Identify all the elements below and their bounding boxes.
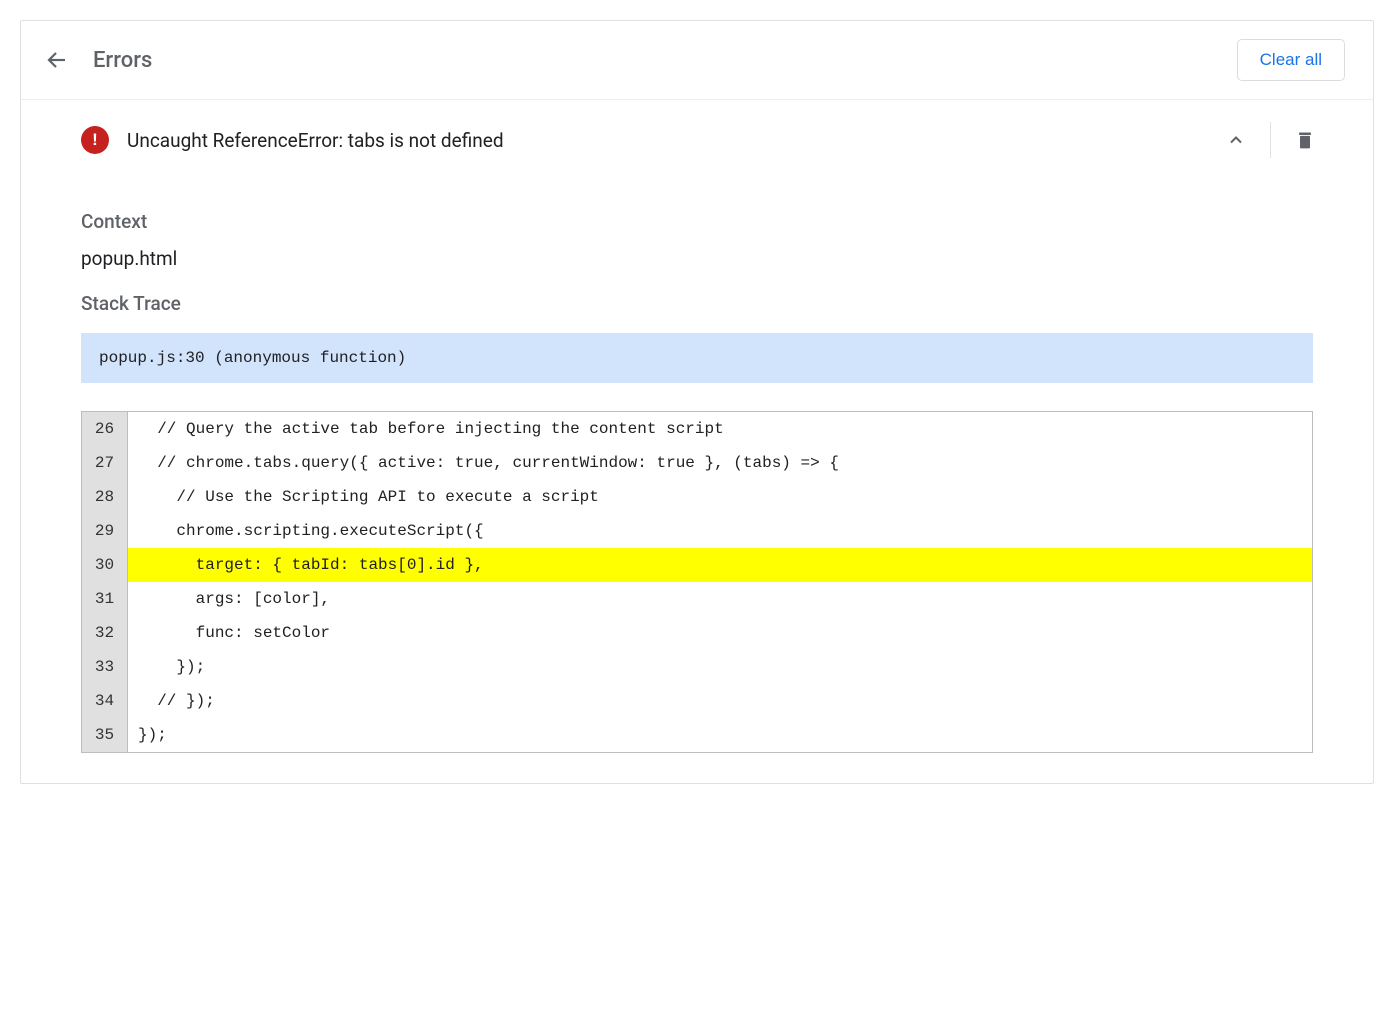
code-viewer: 26 // Query the active tab before inject…	[81, 411, 1313, 753]
code-content: args: [color],	[128, 582, 1313, 616]
line-number: 33	[82, 650, 128, 684]
code-content: });	[128, 718, 1313, 753]
error-icon-wrap: !	[81, 126, 109, 154]
panel-header: Errors Clear all	[21, 21, 1373, 99]
code-line: 35});	[82, 718, 1313, 753]
error-message: Uncaught ReferenceError: tabs is not def…	[127, 129, 1208, 152]
line-number: 31	[82, 582, 128, 616]
page-title: Errors	[93, 48, 152, 73]
error-body: Context popup.html Stack Trace popup.js:…	[21, 180, 1373, 783]
code-content: func: setColor	[128, 616, 1313, 650]
code-content: // Use the Scripting API to execute a sc…	[128, 480, 1313, 514]
code-line: 28 // Use the Scripting API to execute a…	[82, 480, 1313, 514]
line-number: 28	[82, 480, 128, 514]
line-number: 27	[82, 446, 128, 480]
code-content: chrome.scripting.executeScript({	[128, 514, 1313, 548]
context-value: popup.html	[81, 247, 1313, 270]
stack-frame[interactable]: popup.js:30 (anonymous function)	[81, 333, 1313, 383]
clear-all-button[interactable]: Clear all	[1237, 39, 1345, 81]
code-line: 33 });	[82, 650, 1313, 684]
stack-trace-label: Stack Trace	[81, 292, 1313, 315]
code-content: target: { tabId: tabs[0].id },	[128, 548, 1313, 582]
action-divider	[1270, 122, 1271, 158]
error-header-row: ! Uncaught ReferenceError: tabs is not d…	[21, 99, 1373, 180]
header-left: Errors	[45, 48, 152, 73]
code-line: 27 // chrome.tabs.query({ active: true, …	[82, 446, 1313, 480]
chevron-up-icon	[1226, 130, 1246, 150]
line-number: 29	[82, 514, 128, 548]
line-number: 26	[82, 412, 128, 447]
code-content: // chrome.tabs.query({ active: true, cur…	[128, 446, 1313, 480]
back-button[interactable]	[45, 48, 69, 72]
arrow-left-icon	[45, 47, 69, 73]
code-line: 29 chrome.scripting.executeScript({	[82, 514, 1313, 548]
code-line: 34 // });	[82, 684, 1313, 718]
code-line: 30 target: { tabId: tabs[0].id },	[82, 548, 1313, 582]
line-number: 35	[82, 718, 128, 753]
errors-panel: Errors Clear all ! Uncaught ReferenceErr…	[20, 20, 1374, 784]
context-label: Context	[81, 210, 1313, 233]
delete-button[interactable]	[1277, 118, 1333, 162]
trash-icon	[1295, 129, 1315, 151]
code-line: 26 // Query the active tab before inject…	[82, 412, 1313, 447]
code-line: 31 args: [color],	[82, 582, 1313, 616]
error-icon: !	[81, 126, 109, 154]
collapse-button[interactable]	[1208, 118, 1264, 162]
error-actions	[1208, 118, 1333, 162]
code-line: 32 func: setColor	[82, 616, 1313, 650]
line-number: 30	[82, 548, 128, 582]
code-content: // });	[128, 684, 1313, 718]
code-content: });	[128, 650, 1313, 684]
line-number: 32	[82, 616, 128, 650]
code-content: // Query the active tab before injecting…	[128, 412, 1313, 447]
line-number: 34	[82, 684, 128, 718]
